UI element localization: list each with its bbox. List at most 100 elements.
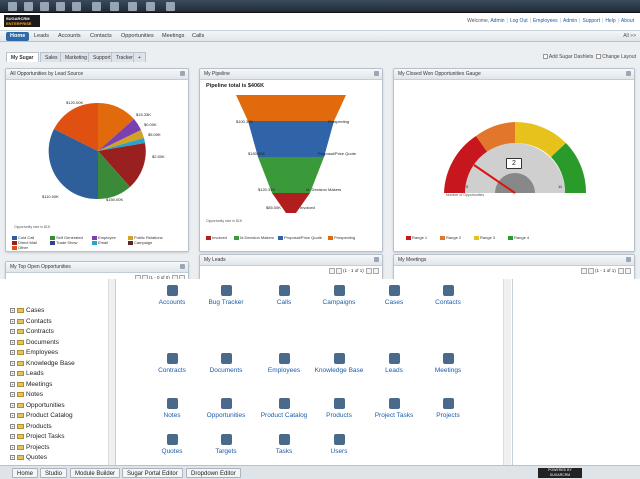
dashlet-closed-won-gauge: My Closed Won Opportunities Gauge 2 0 11… bbox=[393, 68, 635, 252]
tree-scrollbar[interactable] bbox=[108, 279, 115, 465]
bookmark-icon[interactable] bbox=[72, 2, 81, 11]
change-layout-icon[interactable] bbox=[596, 54, 602, 60]
add-dashlets-link[interactable]: Add Sugar Dashlets bbox=[549, 54, 593, 60]
dashlet-options-icon[interactable] bbox=[626, 257, 631, 262]
module-meetings[interactable]: Meetings bbox=[420, 353, 476, 374]
tab-leads[interactable]: Leads bbox=[30, 32, 53, 41]
dashlet-options-icon[interactable] bbox=[374, 71, 379, 76]
folder-icon[interactable] bbox=[40, 2, 49, 11]
module-opportunities[interactable]: Opportunities bbox=[198, 398, 254, 419]
contacts-icon[interactable] bbox=[56, 2, 65, 11]
tab-opportunities[interactable]: Opportunities bbox=[117, 32, 158, 41]
module-tasks[interactable]: Tasks bbox=[256, 434, 312, 455]
module-products[interactable]: Products bbox=[311, 398, 367, 419]
tree-item[interactable]: + Documents bbox=[10, 339, 59, 346]
prev-page-button[interactable] bbox=[587, 268, 594, 274]
prev-page-button[interactable] bbox=[335, 268, 342, 274]
next-page-button[interactable] bbox=[618, 268, 624, 274]
dash-tab-my-sugar[interactable]: My Sugar bbox=[6, 52, 39, 62]
tree-item[interactable]: + Projects bbox=[10, 444, 49, 451]
bottom-tab-studio[interactable]: Studio bbox=[40, 468, 68, 478]
module-product-catalog[interactable]: Product Catalog bbox=[256, 398, 312, 419]
legend-swatch bbox=[328, 235, 333, 240]
support-link[interactable]: Support bbox=[582, 18, 600, 24]
tree-item[interactable]: + Products bbox=[10, 423, 52, 430]
more-tabs-link[interactable]: All >> bbox=[623, 32, 636, 41]
last-page-button[interactable] bbox=[625, 268, 631, 274]
brand-bar: SUGARCRM ENTERPRISE Welcome, Admin | Log O… bbox=[0, 13, 640, 31]
next-page-button[interactable] bbox=[366, 268, 372, 274]
module-bug-tracker[interactable]: Bug Tracker bbox=[198, 285, 254, 306]
tree-item[interactable]: + Product Catalog bbox=[10, 412, 73, 419]
first-page-button[interactable] bbox=[328, 268, 335, 274]
folder-icon bbox=[17, 423, 24, 429]
last-page-button[interactable] bbox=[373, 268, 379, 274]
module-quotes[interactable]: Quotes bbox=[144, 434, 200, 455]
home-icon[interactable] bbox=[8, 2, 17, 11]
phone-icon[interactable] bbox=[166, 2, 175, 11]
gauge-tick: 0 bbox=[466, 184, 469, 189]
module-documents[interactable]: Documents bbox=[198, 353, 254, 374]
module-targets[interactable]: Targets bbox=[198, 434, 254, 455]
module-contacts[interactable]: Contacts bbox=[420, 285, 476, 306]
notes-icon[interactable] bbox=[146, 2, 155, 11]
dashlet-options-icon[interactable] bbox=[374, 257, 379, 262]
bottom-tab-dropdown-editor[interactable]: Dropdown Editor bbox=[186, 468, 241, 478]
module-leads[interactable]: Leads bbox=[366, 353, 422, 374]
employees-link[interactable]: Employees bbox=[533, 18, 558, 24]
module-employees[interactable]: Employees bbox=[256, 353, 312, 374]
bottom-tab-home[interactable]: Home bbox=[12, 468, 39, 478]
tab-home[interactable]: Home bbox=[6, 32, 30, 41]
legend-swatch bbox=[474, 235, 479, 240]
tree-item[interactable]: + Notes bbox=[10, 391, 43, 398]
bottom-tab-module-builder[interactable]: Module Builder bbox=[70, 468, 121, 478]
pie-label: $0.00K bbox=[144, 122, 157, 127]
module-project-tasks[interactable]: Project Tasks bbox=[366, 398, 422, 419]
tree-item[interactable]: + Opportunities bbox=[10, 402, 65, 409]
tree-item[interactable]: + Meetings bbox=[10, 381, 52, 388]
admin-link[interactable]: Admin bbox=[563, 18, 577, 24]
admin-area: + Cases + Contacts + Contracts + Documents +… bbox=[0, 279, 640, 465]
dashlet-options-icon[interactable] bbox=[626, 71, 631, 76]
about-link[interactable]: About bbox=[621, 18, 634, 24]
logout-link[interactable]: Log Out bbox=[510, 18, 528, 24]
module-calls[interactable]: Calls bbox=[256, 285, 312, 306]
module-cases[interactable]: Cases bbox=[366, 285, 422, 306]
studio-tabs: Home Studio Module Builder Sugar Portal … bbox=[0, 465, 640, 479]
mail-icon[interactable] bbox=[92, 2, 101, 11]
dashlet-title: My Pipeline bbox=[200, 69, 382, 80]
change-layout-link[interactable]: Change Layout bbox=[602, 54, 636, 60]
tree-item[interactable]: + Employees bbox=[10, 349, 58, 356]
tree-item[interactable]: + Quotes bbox=[10, 454, 47, 461]
tab-calls[interactable]: Calls bbox=[188, 32, 208, 41]
bottom-tab-portal-editor[interactable]: Sugar Portal Editor bbox=[122, 468, 183, 478]
tree-item[interactable]: + Leads bbox=[10, 370, 44, 377]
dashlet-options-icon[interactable] bbox=[180, 71, 185, 76]
tree-item[interactable]: + Contacts bbox=[10, 318, 52, 325]
module-campaigns[interactable]: Campaigns bbox=[311, 285, 367, 306]
user-icon[interactable] bbox=[110, 2, 119, 11]
module-users[interactable]: Users bbox=[311, 434, 367, 455]
tree-item[interactable]: + Project Tasks bbox=[10, 433, 65, 440]
settings-icon[interactable] bbox=[128, 2, 137, 11]
tab-contacts[interactable]: Contacts bbox=[86, 32, 116, 41]
module-contracts[interactable]: Contracts bbox=[144, 353, 200, 374]
center-scrollbar[interactable] bbox=[503, 279, 511, 465]
add-dashlets-icon[interactable] bbox=[542, 54, 548, 60]
first-page-button[interactable] bbox=[580, 268, 587, 274]
help-link[interactable]: Help bbox=[605, 18, 615, 24]
opportunities-icon bbox=[220, 398, 232, 409]
add-dash-tab-button[interactable]: + bbox=[133, 52, 146, 62]
module-notes[interactable]: Notes bbox=[144, 398, 200, 419]
tree-item[interactable]: + Contracts bbox=[10, 328, 54, 335]
dashlet-options-icon[interactable] bbox=[180, 264, 185, 269]
calendar-icon[interactable] bbox=[24, 2, 33, 11]
tree-item[interactable]: + Cases bbox=[10, 307, 44, 314]
tree-item[interactable]: + Knowledge Base bbox=[10, 360, 75, 367]
module-projects[interactable]: Projects bbox=[420, 398, 476, 419]
tab-meetings[interactable]: Meetings bbox=[158, 32, 188, 41]
user-name-link[interactable]: Admin bbox=[490, 18, 504, 24]
module-knowledge-base[interactable]: Knowledge Base bbox=[311, 353, 367, 374]
module-accounts[interactable]: Accounts bbox=[144, 285, 200, 306]
tab-accounts[interactable]: Accounts bbox=[54, 32, 85, 41]
